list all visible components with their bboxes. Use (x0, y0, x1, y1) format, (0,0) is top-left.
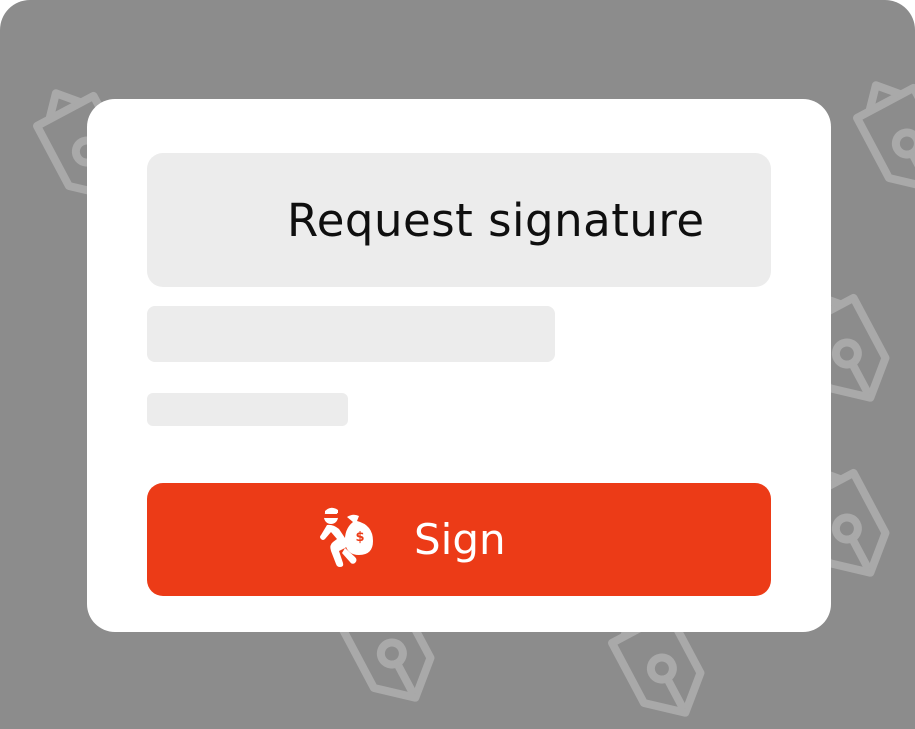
sign-button-label: Sign (414, 515, 506, 564)
pen-nib-icon (848, 70, 915, 202)
title-banner: Request signature (147, 153, 771, 287)
background-frame: Request signature $ Sign (0, 0, 915, 729)
money-bag-thief-icon: $ (320, 507, 373, 567)
sign-button[interactable]: $ Sign (147, 483, 771, 596)
placeholder-line-long (147, 306, 555, 362)
svg-text:$: $ (355, 530, 364, 545)
placeholder-line-short (147, 393, 348, 426)
dialog-title: Request signature (287, 194, 705, 247)
signature-dialog: Request signature $ Sign (87, 99, 831, 632)
